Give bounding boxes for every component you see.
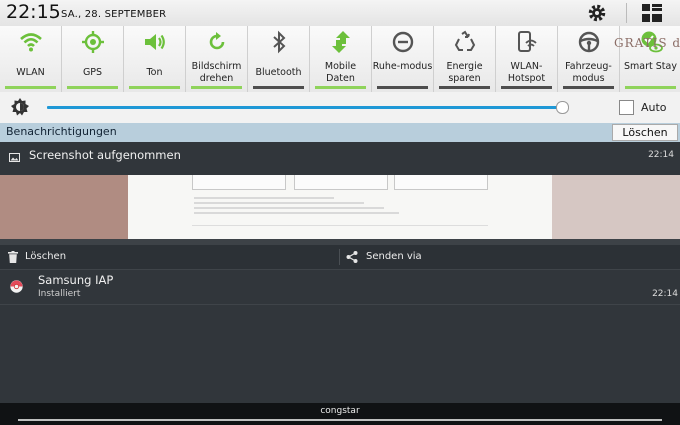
screenshot-notification-title: Screenshot aufgenommen [29, 148, 181, 162]
auto-brightness-label: Auto [641, 101, 667, 114]
preview-text-line [194, 202, 364, 204]
toggle-bluetooth[interactable]: Bluetooth [248, 26, 310, 92]
toggle-indicator [439, 86, 490, 89]
brightness-row [0, 92, 680, 124]
toggle-label: WLAN [16, 67, 45, 78]
recycle-icon [454, 30, 476, 51]
screenshot-actions: Löschen Senden via [0, 245, 680, 270]
gps-icon [82, 31, 104, 53]
toggle-indicator [67, 86, 118, 89]
toggle-indicator [501, 86, 552, 89]
toggle-indicator [625, 86, 676, 89]
toggle-label: Bildschirm drehen [191, 61, 242, 84]
screenshot-preview[interactable] [0, 175, 680, 239]
clock: 22:15 [6, 1, 61, 23]
samsung-iap-notification[interactable]: Samsung IAP Installiert 22:14 [0, 270, 680, 305]
send-via-button[interactable]: Senden via [366, 251, 422, 262]
preview-text-line [194, 197, 334, 199]
preview-text-line [194, 207, 384, 209]
screenshot-preview-banner [552, 175, 680, 239]
delete-screenshot-button[interactable]: Löschen [25, 251, 66, 262]
toggle-power-saving[interactable]: Energie sparen [434, 26, 496, 92]
toggle-indicator [253, 86, 304, 89]
brightness-slider-thumb[interactable] [556, 101, 569, 114]
toggle-indicator [377, 86, 428, 89]
toggle-gps[interactable]: GPS [62, 26, 124, 92]
rotate-icon [209, 32, 225, 50]
date: SA., 28. SEPTEMBER [61, 9, 167, 20]
toggle-indicator [315, 86, 366, 89]
mobile-data-icon [332, 31, 350, 53]
screenshot-notification[interactable]: Screenshot aufgenommen 22:14 [0, 142, 680, 175]
toggle-label: WLAN-Hotspot [507, 61, 546, 84]
toggle-indicator [191, 86, 242, 89]
toggle-label: Fahrzeug-modus [565, 61, 612, 84]
preview-text-line [194, 212, 399, 214]
carrier-name: congstar [320, 406, 360, 416]
samsung-iap-icon [10, 280, 23, 293]
toggle-label: GPS [82, 67, 103, 78]
toggle-mobile-data[interactable]: Mobile Daten [310, 26, 372, 92]
panel-edit-grid-icon[interactable] [641, 3, 663, 23]
toggle-indicator [5, 86, 56, 89]
toggle-label: Mobile Daten [324, 61, 357, 84]
settings-gear-icon[interactable] [586, 2, 608, 24]
brightness-icon [11, 98, 29, 116]
toggle-quiet-mode[interactable]: Ruhe-modus [372, 26, 434, 92]
trash-icon[interactable] [8, 251, 18, 263]
preview-box [394, 175, 488, 190]
status-divider [626, 3, 627, 23]
toggle-label: Ruhe-modus [372, 61, 433, 72]
toggle-indicator [129, 86, 180, 89]
toggle-car-mode[interactable]: Fahrzeug-modus [558, 26, 620, 92]
toggle-label: Smart Stay [624, 61, 677, 72]
preview-divider [192, 225, 488, 226]
bluetooth-icon [273, 30, 286, 54]
image-icon [9, 153, 20, 162]
samsung-iap-title: Samsung IAP [38, 273, 114, 287]
notifications-header: Benachrichtigungen Löschen [0, 123, 680, 142]
quick-settings-toggles: WLAN GPS Ton Bildschirm drehen Bluetooth… [0, 26, 680, 93]
preview-box [294, 175, 388, 190]
do-not-disturb-icon [392, 31, 414, 53]
toggle-wlan[interactable]: WLAN [0, 26, 62, 92]
notifications-title: Benachrichtigungen [6, 125, 117, 138]
toggle-label: Ton [146, 67, 163, 78]
share-icon[interactable] [346, 251, 358, 263]
samsung-iap-time: 22:14 [652, 289, 678, 299]
toggle-hotspot[interactable]: WLAN-Hotspot [496, 26, 558, 92]
preview-gratis-text: GRATIS dc [614, 36, 680, 50]
brightness-slider-track[interactable] [47, 106, 561, 109]
toggle-indicator [563, 86, 614, 89]
auto-brightness-checkbox[interactable] [619, 100, 634, 115]
hotspot-icon [518, 31, 537, 52]
speaker-icon [145, 34, 165, 50]
toggle-label: Bluetooth [255, 67, 302, 78]
wifi-icon [20, 33, 42, 52]
screenshot-notification-time: 22:14 [648, 150, 674, 160]
action-divider [339, 249, 340, 265]
toggle-rotate[interactable]: Bildschirm drehen [186, 26, 248, 92]
steering-wheel-icon [578, 31, 600, 53]
panel-drag-handle[interactable] [18, 419, 662, 421]
samsung-iap-status: Installiert [38, 289, 81, 299]
toggle-sound[interactable]: Ton [124, 26, 186, 92]
screenshot-preview-content [128, 175, 552, 239]
toggle-label: Energie sparen [446, 61, 483, 84]
preview-box [192, 175, 286, 190]
clear-notifications-button[interactable]: Löschen [612, 124, 678, 141]
